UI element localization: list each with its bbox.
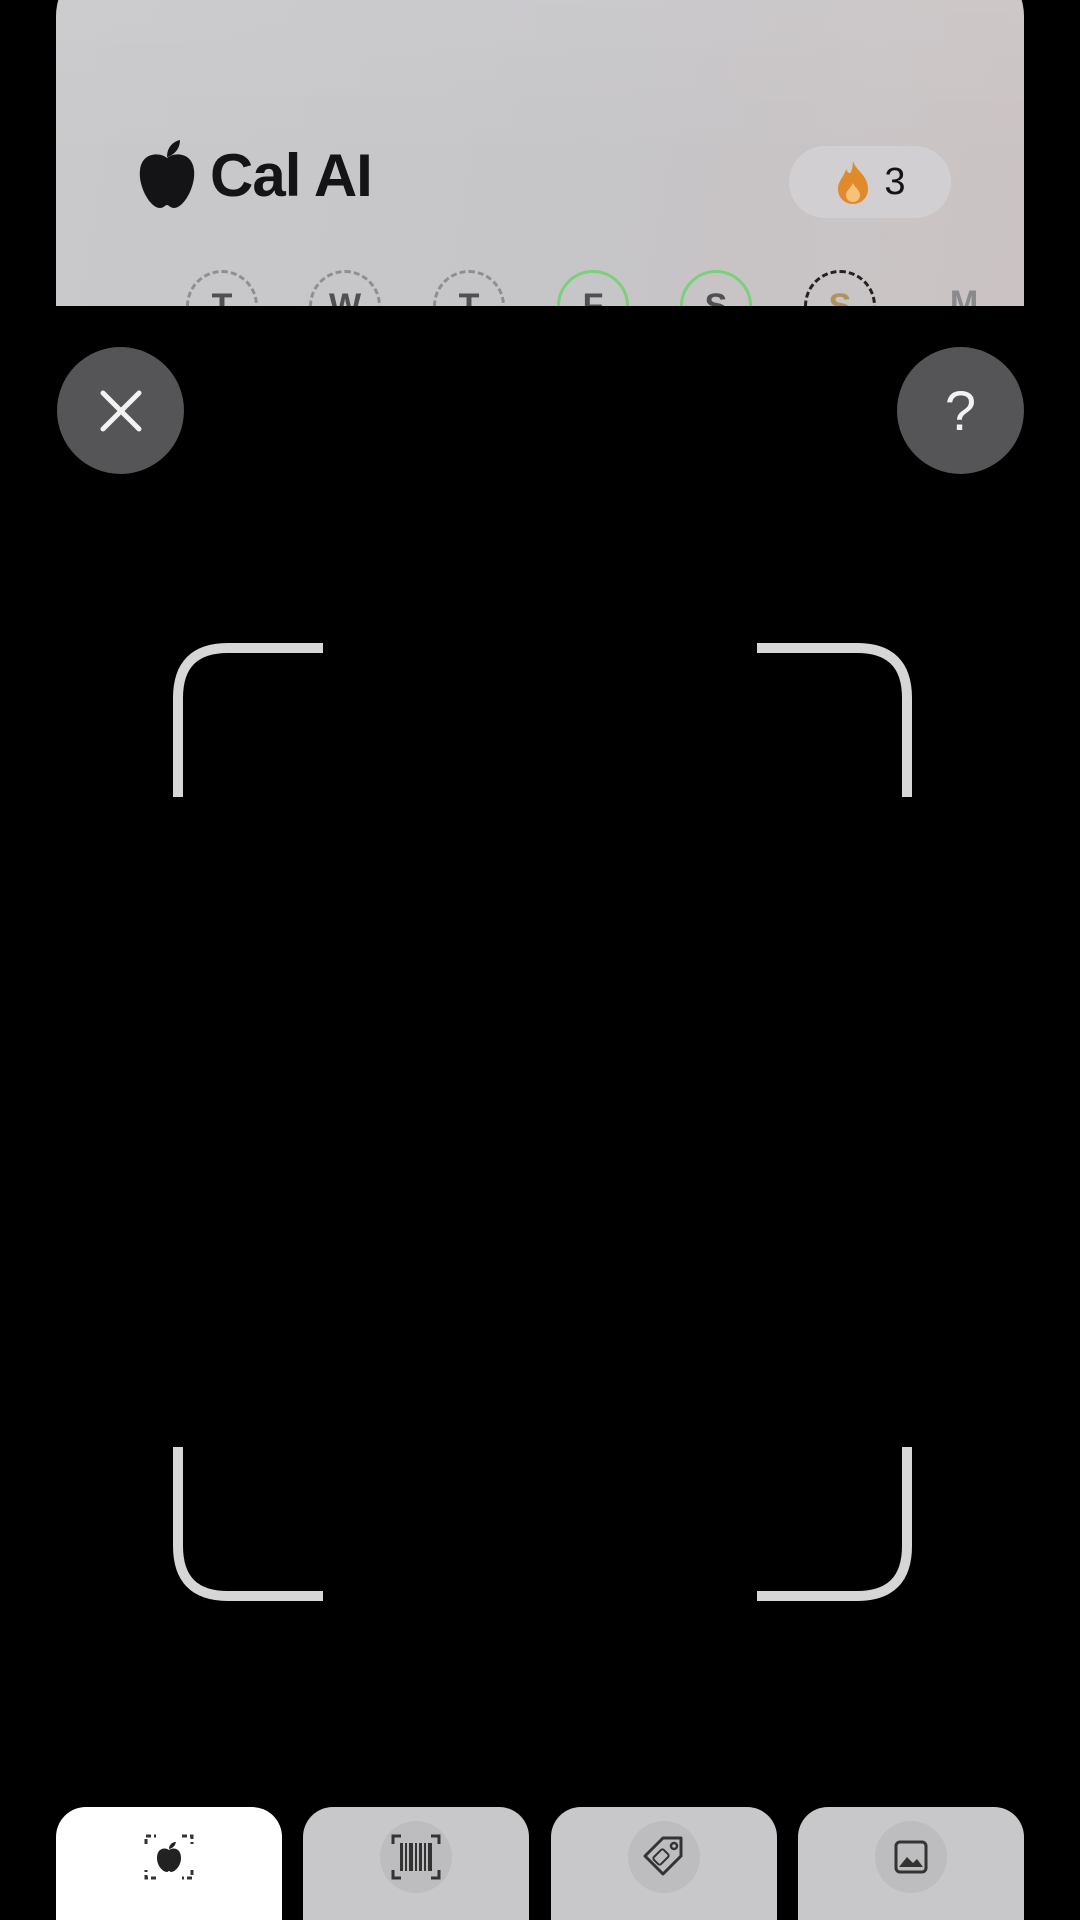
day-label: M (949, 284, 979, 306)
home-card-background: Cal AI 3 T W T F S S M (56, 0, 1024, 306)
day-label: F (582, 287, 604, 306)
day-label: T (211, 287, 233, 306)
streak-count: 3 (884, 160, 906, 203)
app-name: Cal AI (210, 141, 373, 209)
streak-badge[interactable]: 3 (789, 146, 951, 218)
flame-icon (838, 161, 869, 204)
day-saturday[interactable]: S (680, 270, 752, 306)
day-friday[interactable]: F (557, 270, 629, 306)
viewfinder-corner-top-right (757, 643, 912, 797)
viewfinder-corner-top-left (173, 643, 323, 797)
app-brand: Cal AI (136, 138, 373, 212)
apple-logo-icon (139, 140, 195, 208)
close-button[interactable] (57, 347, 184, 474)
day-thursday[interactable]: T (433, 270, 505, 306)
barcode-icon (391, 1834, 441, 1880)
close-icon (100, 390, 141, 431)
day-label: W (328, 287, 362, 306)
tab-barcode[interactable] (303, 1807, 529, 1920)
viewfinder-corner-bottom-left (173, 1447, 323, 1601)
day-wednesday[interactable]: W (309, 270, 381, 306)
day-label: S (828, 287, 852, 306)
camera-screen: Cal AI 3 T W T F S S M ? (0, 0, 1080, 1920)
tab-food-label[interactable] (551, 1807, 777, 1920)
scan-mode-tabs (56, 1807, 1024, 1920)
tab-scan-food[interactable] (56, 1807, 282, 1920)
day-tuesday[interactable]: T (186, 270, 258, 306)
food-label-icon (643, 1836, 683, 1876)
tab-library[interactable] (798, 1807, 1024, 1920)
day-sunday[interactable]: S (804, 270, 876, 306)
viewfinder-corner-bottom-right (757, 1447, 912, 1601)
help-button[interactable]: ? (897, 347, 1024, 474)
day-label: T (458, 287, 480, 306)
week-day-row: T W T F S S M (126, 270, 996, 306)
image-icon (894, 1840, 928, 1874)
help-icon: ? (944, 379, 977, 442)
day-monday[interactable]: M (928, 270, 1000, 306)
day-label: S (704, 287, 728, 306)
scan-food-icon (144, 1834, 194, 1880)
